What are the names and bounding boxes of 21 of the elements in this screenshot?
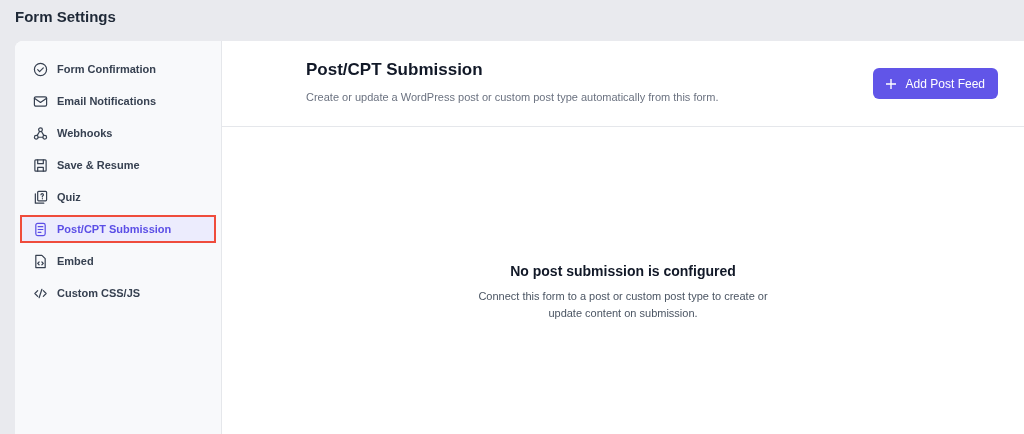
question-cards-icon	[33, 189, 48, 205]
empty-state-message: Connect this form to a post or custom post type to create or update content on submission.	[477, 289, 769, 321]
mail-icon	[33, 93, 48, 109]
code-file-icon	[33, 253, 48, 269]
page-title: Form Settings	[15, 7, 117, 27]
section-description: Create or update a WordPress post or custom post type automatically from this form.	[306, 89, 720, 105]
sidebar-item[interactable]: Custom CSS/JS	[20, 279, 216, 307]
empty-state-title: No post submission is configured	[510, 262, 736, 281]
section-title: Post/CPT Submission	[306, 59, 484, 81]
sidebar-item[interactable]: Form Confirmation	[20, 55, 216, 83]
sidebar-item[interactable]: Save & Resume	[20, 151, 216, 179]
sidebar-item[interactable]: Webhooks	[20, 119, 216, 147]
add-post-feed-button[interactable]: Add Post Feed	[872, 68, 998, 99]
sidebar-item[interactable]: Embed	[20, 247, 216, 275]
sidebar-item[interactable]: Quiz	[20, 183, 216, 211]
plus-icon	[885, 78, 896, 89]
document-icon	[33, 221, 48, 237]
sidebar-item[interactable]: Email Notifications	[20, 87, 216, 115]
check-circle-icon	[33, 61, 48, 77]
webhook-icon	[33, 125, 48, 141]
sidebar-item[interactable]: Post/CPT Submission	[20, 215, 216, 243]
